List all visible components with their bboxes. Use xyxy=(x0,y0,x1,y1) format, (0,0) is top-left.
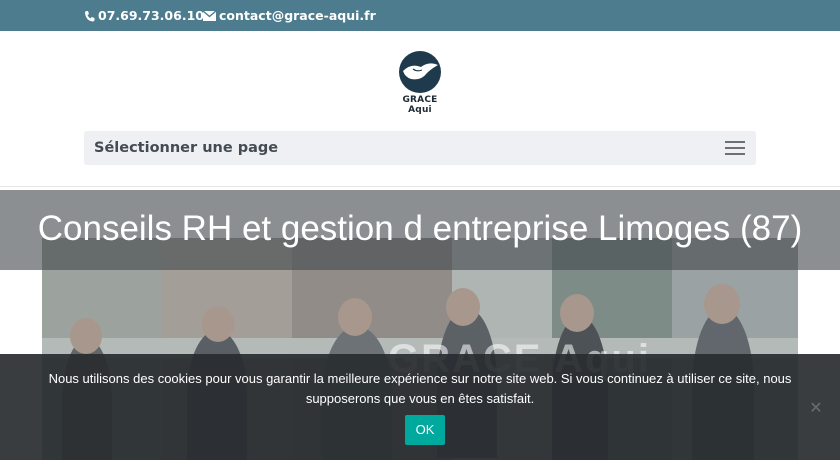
close-icon[interactable]: ✕ xyxy=(807,399,825,417)
cookie-ok-button[interactable]: OK xyxy=(405,415,445,445)
page-select-label[interactable]: Sélectionner une page xyxy=(94,140,278,156)
top-bar: 07.69.73.06.10 contact@grace-aqui.fr xyxy=(0,0,840,31)
cookie-banner: Nous utilisons des cookies pour vous gar… xyxy=(0,354,840,460)
phone-contact[interactable]: 07.69.73.06.10 xyxy=(84,8,204,23)
page-select-menu[interactable]: Sélectionner une page xyxy=(84,131,756,165)
email-address[interactable]: contact@grace-aqui.fr xyxy=(219,8,376,23)
logo-emblem-icon xyxy=(399,51,441,93)
hamburger-menu-icon[interactable] xyxy=(725,141,745,155)
logo-text: GRACE Aqui xyxy=(402,95,438,115)
page-title-band: Conseils RH et gestion d entreprise Limo… xyxy=(0,190,840,270)
page-title: Conseils RH et gestion d entreprise Limo… xyxy=(37,209,803,248)
site-header: GRACE Aqui Sélectionner une page xyxy=(0,31,840,187)
phone-icon xyxy=(84,10,95,22)
phone-number[interactable]: 07.69.73.06.10 xyxy=(98,8,204,23)
cookie-message: Nous utilisons des cookies pour vous gar… xyxy=(48,371,792,406)
site-logo[interactable]: GRACE Aqui xyxy=(391,51,449,115)
email-contact[interactable]: contact@grace-aqui.fr xyxy=(203,8,376,23)
mail-icon xyxy=(203,10,216,21)
